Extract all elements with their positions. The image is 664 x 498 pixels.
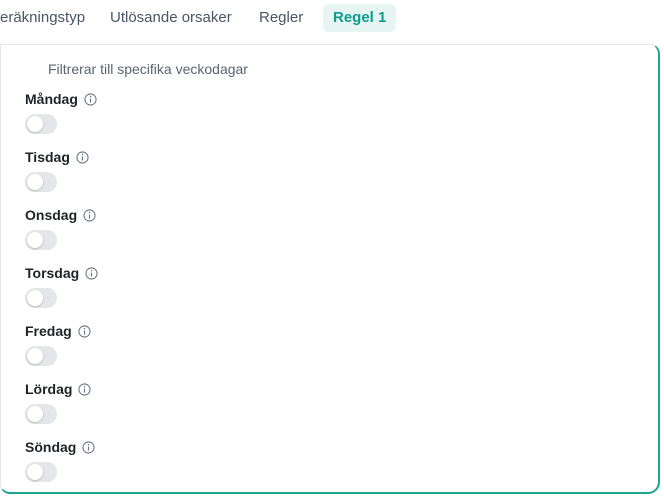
weekday-label: Onsdag <box>25 207 78 223</box>
weekday-saturday: Lördag <box>25 380 225 424</box>
toggle-knob <box>27 290 43 306</box>
weekday-label-row: Tisdag <box>25 148 89 166</box>
toggle-knob <box>27 406 43 422</box>
toggle-knob <box>27 174 43 190</box>
info-icon[interactable] <box>78 382 92 396</box>
weekday-sunday: Söndag <box>25 438 225 482</box>
weekday-wednesday: Onsdag <box>25 206 225 250</box>
weekday-friday: Fredag <box>25 322 225 366</box>
weekday-label-row: Söndag <box>25 438 95 456</box>
tab-utlosande-orsaker[interactable]: Utlösande orsaker <box>100 4 242 32</box>
info-icon[interactable] <box>85 266 98 280</box>
info-icon[interactable] <box>76 150 89 164</box>
weekday-monday: Måndag <box>25 90 225 134</box>
monday-toggle[interactable] <box>25 114 57 134</box>
tab-berakningstyp[interactable]: eräkningstyp <box>0 4 95 32</box>
info-icon[interactable] <box>78 324 91 338</box>
weekday-label: Torsdag <box>25 265 80 281</box>
weekday-label: Fredag <box>25 323 72 339</box>
weekday-label-row: Lördag <box>25 380 92 398</box>
tab-regel-1[interactable]: Regel 1 <box>323 4 397 32</box>
sunday-toggle[interactable] <box>25 462 57 482</box>
info-icon[interactable] <box>82 440 95 454</box>
weekday-label-row: Torsdag <box>25 264 98 282</box>
tuesday-toggle[interactable] <box>25 172 57 192</box>
info-icon[interactable] <box>83 208 96 222</box>
toggle-knob <box>27 464 43 480</box>
weekday-thursday: Torsdag <box>25 264 225 308</box>
tab-bar: eräkningstyp Utlösande orsaker Regler Re… <box>0 0 664 36</box>
weekday-label-row: Onsdag <box>25 206 96 224</box>
weekday-label-row: Fredag <box>25 322 91 340</box>
toggle-knob <box>27 116 43 132</box>
info-icon[interactable] <box>84 92 97 106</box>
toggle-knob <box>27 232 43 248</box>
saturday-toggle[interactable] <box>25 404 57 424</box>
weekday-label: Lördag <box>25 381 73 397</box>
wednesday-toggle[interactable] <box>25 230 57 250</box>
tab-regler[interactable]: Regler <box>249 4 313 32</box>
weekday-label-row: Måndag <box>25 90 97 108</box>
friday-toggle[interactable] <box>25 346 57 366</box>
toggle-knob <box>27 348 43 364</box>
weekday-label: Tisdag <box>25 149 70 165</box>
weekday-label: Måndag <box>25 91 78 107</box>
panel-description: Filtrerar till specifika veckodagar <box>48 61 248 77</box>
weekday-label: Söndag <box>25 439 77 455</box>
thursday-toggle[interactable] <box>25 288 57 308</box>
weekday-tuesday: Tisdag <box>25 148 225 192</box>
